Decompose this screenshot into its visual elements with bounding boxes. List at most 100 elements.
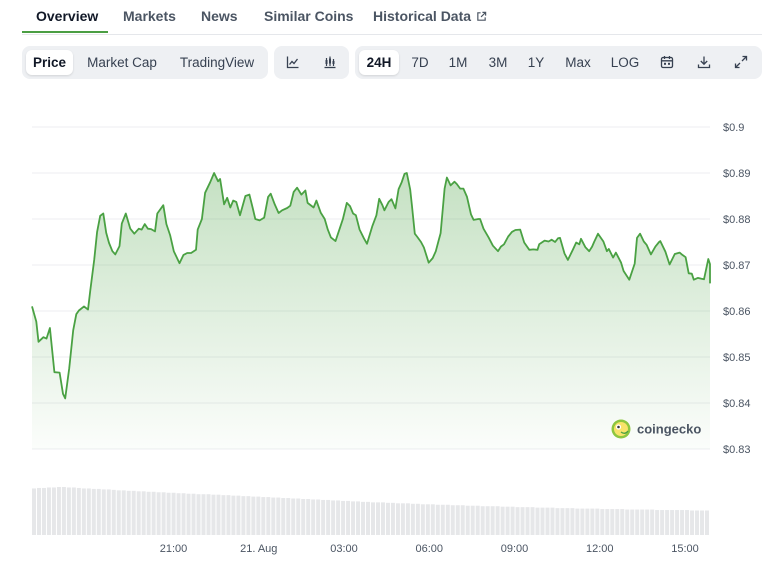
y-tick-label: $0.89 bbox=[723, 168, 751, 180]
volume-bar bbox=[375, 502, 380, 535]
volume-bar bbox=[420, 504, 425, 535]
volume-bar bbox=[465, 505, 470, 535]
volume-bar bbox=[146, 491, 151, 535]
coingecko-logo-icon bbox=[611, 419, 631, 439]
volume-bar bbox=[246, 496, 251, 535]
volume-bar bbox=[291, 498, 296, 535]
y-tick-label: $0.88 bbox=[723, 214, 751, 226]
volume-bar bbox=[216, 494, 221, 535]
volume-bar bbox=[91, 488, 96, 535]
volume-bar bbox=[151, 491, 156, 535]
volume-bar bbox=[186, 493, 191, 535]
volume-bar bbox=[440, 504, 445, 535]
volume-bar bbox=[425, 504, 430, 535]
volume-bar bbox=[136, 491, 141, 535]
volume-bar bbox=[675, 510, 680, 535]
volume-bar bbox=[470, 505, 475, 535]
volume-bar bbox=[161, 492, 166, 535]
volume-bar bbox=[131, 490, 136, 535]
volume-bar bbox=[625, 509, 630, 535]
volume-bar bbox=[316, 499, 321, 535]
volume-bar bbox=[86, 488, 91, 535]
volume-bar bbox=[321, 499, 326, 535]
volume-bar bbox=[390, 502, 395, 535]
volume-bar bbox=[356, 501, 361, 535]
volume-bar bbox=[336, 500, 341, 535]
volume-bar bbox=[206, 494, 211, 535]
volume-bar bbox=[231, 495, 236, 535]
volume-bar bbox=[545, 507, 550, 535]
volume-bar bbox=[256, 496, 261, 535]
price-chart[interactable]: $0.9$0.89$0.88$0.87$0.86$0.85$0.84$0.83 … bbox=[0, 0, 776, 566]
x-tick-label: 06:00 bbox=[415, 543, 443, 555]
volume-bar bbox=[445, 504, 450, 535]
volume-bar bbox=[640, 509, 645, 535]
volume-bar bbox=[276, 497, 281, 535]
volume-bar bbox=[585, 508, 590, 535]
volume-bar bbox=[650, 509, 655, 535]
volume-bar bbox=[620, 509, 625, 535]
volume-bar bbox=[76, 487, 81, 535]
volume-bar bbox=[455, 505, 460, 535]
y-tick-label: $0.9 bbox=[723, 122, 744, 134]
volume-bar bbox=[96, 488, 101, 535]
volume-bar bbox=[645, 509, 650, 535]
y-tick-label: $0.84 bbox=[723, 398, 751, 410]
coingecko-watermark: coingecko bbox=[611, 419, 701, 439]
volume-bar bbox=[81, 488, 86, 535]
volume-bar bbox=[550, 507, 555, 535]
volume-bar bbox=[301, 499, 306, 535]
volume-bar bbox=[475, 505, 480, 535]
volume-bar bbox=[500, 506, 505, 535]
volume-bar bbox=[221, 495, 226, 535]
volume-bar bbox=[306, 499, 311, 535]
volume-bar bbox=[505, 506, 510, 535]
volume-bar bbox=[341, 500, 346, 535]
volume-bar bbox=[366, 501, 370, 535]
volume-bar bbox=[580, 508, 585, 535]
volume-bar bbox=[56, 487, 61, 535]
volume-bar bbox=[480, 506, 485, 535]
volume-bar bbox=[700, 510, 705, 535]
volume-bar bbox=[126, 490, 131, 535]
volume-bar bbox=[71, 487, 76, 535]
volume-bar bbox=[605, 509, 610, 535]
x-tick-label: 21:00 bbox=[160, 543, 188, 555]
x-tick-label: 15:00 bbox=[671, 543, 699, 555]
volume-bar bbox=[385, 502, 390, 535]
volume-bar bbox=[570, 508, 575, 535]
y-tick-label: $0.85 bbox=[723, 352, 751, 364]
volume-bar bbox=[166, 492, 171, 535]
volume-bar bbox=[121, 490, 126, 535]
volume-bar bbox=[236, 495, 241, 535]
volume-bar bbox=[665, 510, 670, 535]
x-tick-label: 21. Aug bbox=[240, 543, 277, 555]
x-tick-label: 03:00 bbox=[330, 543, 358, 555]
volume-bar bbox=[380, 502, 385, 535]
volume-bar bbox=[510, 506, 515, 535]
volume-bar bbox=[490, 506, 495, 535]
volume-bar bbox=[156, 492, 161, 535]
volume-bar bbox=[450, 505, 455, 535]
volume-bar bbox=[251, 496, 256, 535]
x-tick-label: 09:00 bbox=[501, 543, 529, 555]
volume-bar bbox=[415, 503, 420, 535]
volume-bar bbox=[61, 487, 66, 535]
volume-bar bbox=[685, 510, 690, 535]
volume-bar bbox=[281, 498, 286, 535]
volume-bar bbox=[535, 507, 540, 535]
volume-bar bbox=[575, 508, 580, 535]
volume-bar bbox=[595, 508, 600, 535]
volume-bar bbox=[286, 498, 291, 535]
volume-bar bbox=[351, 501, 356, 535]
x-tick-label: 12:00 bbox=[586, 543, 614, 555]
price-area bbox=[32, 173, 710, 449]
volume-bar bbox=[101, 489, 106, 535]
volume-bar bbox=[705, 510, 709, 535]
volume-bar bbox=[191, 493, 196, 535]
volume-bar bbox=[326, 499, 331, 535]
volume-bar bbox=[371, 502, 375, 535]
volume-bar bbox=[600, 509, 605, 535]
volume-bar bbox=[196, 494, 201, 535]
volume-bar bbox=[171, 492, 176, 535]
